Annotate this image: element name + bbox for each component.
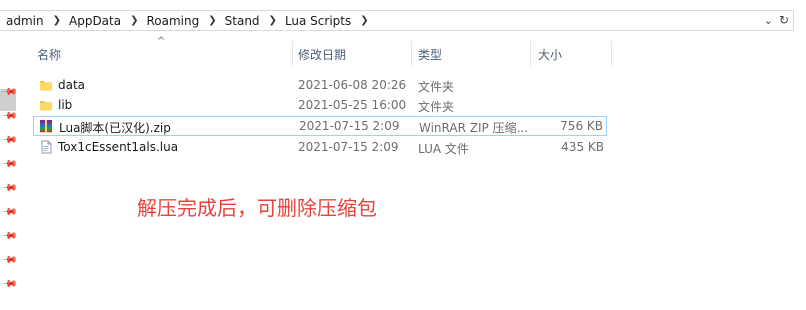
- breadcrumb-appdata[interactable]: AppData ❯: [61, 11, 139, 30]
- column-header-label: 大小: [538, 47, 563, 62]
- column-header-modified[interactable]: 修改日期: [298, 41, 346, 67]
- column-header-name[interactable]: 名称: [37, 41, 61, 67]
- breadcrumb-roaming[interactable]: Roaming ❯: [139, 11, 217, 30]
- pin-icon[interactable]: 📌: [1, 132, 18, 149]
- file-modified: 2021-07-15 2:09: [298, 140, 399, 154]
- file-modified: 2021-06-08 20:26: [298, 78, 407, 92]
- navigation-pane: 📌 📌 📌 📌 📌 📌 📌 📌 📌: [0, 31, 18, 310]
- breadcrumb-stand[interactable]: Stand ❯: [217, 11, 277, 30]
- file-size: 756 KB: [560, 119, 603, 133]
- address-history-dropdown-icon[interactable]: ⌄: [764, 14, 773, 27]
- column-divider[interactable]: [611, 41, 612, 67]
- file-modified: 2021-07-15 2:09: [299, 119, 400, 133]
- column-header-type[interactable]: 类型: [418, 41, 442, 67]
- folder-icon: [40, 81, 52, 91]
- chevron-right-icon: ❯: [52, 15, 61, 26]
- pin-icon[interactable]: 📌: [1, 252, 18, 269]
- pin-icon[interactable]: 📌: [1, 276, 18, 293]
- column-divider[interactable]: [292, 41, 293, 67]
- breadcrumb-label: admin: [6, 13, 44, 28]
- breadcrumb-lua-scripts[interactable]: Lua Scripts ❯: [277, 11, 369, 30]
- file-modified: 2021-05-25 16:00: [298, 98, 407, 112]
- breadcrumb-label: Stand: [224, 13, 260, 28]
- file-type: 文件夹: [418, 80, 455, 94]
- pin-icon[interactable]: 📌: [1, 156, 18, 173]
- file-row[interactable]: lib 2021-05-25 16:00 文件夹: [33, 95, 607, 115]
- column-divider[interactable]: [411, 41, 412, 67]
- breadcrumb-admin[interactable]: admin ❯: [0, 11, 61, 30]
- column-header-size[interactable]: 大小: [538, 41, 562, 67]
- chevron-right-icon: ❯: [360, 15, 369, 26]
- sort-ascending-icon: ^: [157, 36, 166, 47]
- chevron-right-icon: ❯: [268, 15, 277, 26]
- breadcrumb-label: Lua Scripts: [284, 13, 352, 28]
- address-bar[interactable]: admin ❯ AppData ❯ Roaming ❯ Stand ❯ Lua Scri…: [0, 10, 794, 31]
- winrar-archive-icon: [40, 120, 52, 133]
- chevron-right-icon: ❯: [208, 15, 217, 26]
- file-name: lib: [58, 98, 73, 112]
- column-header-label: 修改日期: [298, 47, 347, 62]
- file-size: 435 KB: [561, 140, 604, 154]
- breadcrumb-label: Roaming: [146, 13, 200, 28]
- column-header-label: 类型: [418, 47, 443, 62]
- lua-file-icon: [41, 140, 52, 154]
- pin-icon[interactable]: 📌: [1, 180, 18, 197]
- pin-icon[interactable]: 📌: [1, 228, 18, 245]
- refresh-icon[interactable]: ↻: [779, 13, 789, 27]
- file-type: LUA 文件: [418, 142, 469, 156]
- pin-icon[interactable]: 📌: [1, 204, 18, 221]
- file-name: Tox1cEssent1als.lua: [58, 140, 179, 154]
- file-name: data: [58, 78, 86, 92]
- chevron-right-icon: ❯: [130, 15, 139, 26]
- file-row[interactable]: Tox1cEssent1als.lua 2021-07-15 2:09 LUA …: [33, 137, 607, 157]
- file-name: Lua脚本(已汉化).zip: [59, 121, 171, 135]
- annotation-note: 解压完成后，可删除压缩包: [137, 196, 377, 220]
- breadcrumb-label: AppData: [69, 13, 122, 28]
- column-divider[interactable]: [530, 41, 531, 67]
- file-row-selected[interactable]: Lua脚本(已汉化).zip 2021-07-15 2:09 WinRAR ZI…: [33, 116, 607, 136]
- file-type: 文件夹: [418, 100, 455, 114]
- folder-icon: [40, 101, 52, 111]
- column-header-label: 名称: [37, 47, 62, 62]
- file-row[interactable]: data 2021-06-08 20:26 文件夹: [33, 75, 607, 95]
- file-type: WinRAR ZIP 压缩...: [419, 121, 529, 135]
